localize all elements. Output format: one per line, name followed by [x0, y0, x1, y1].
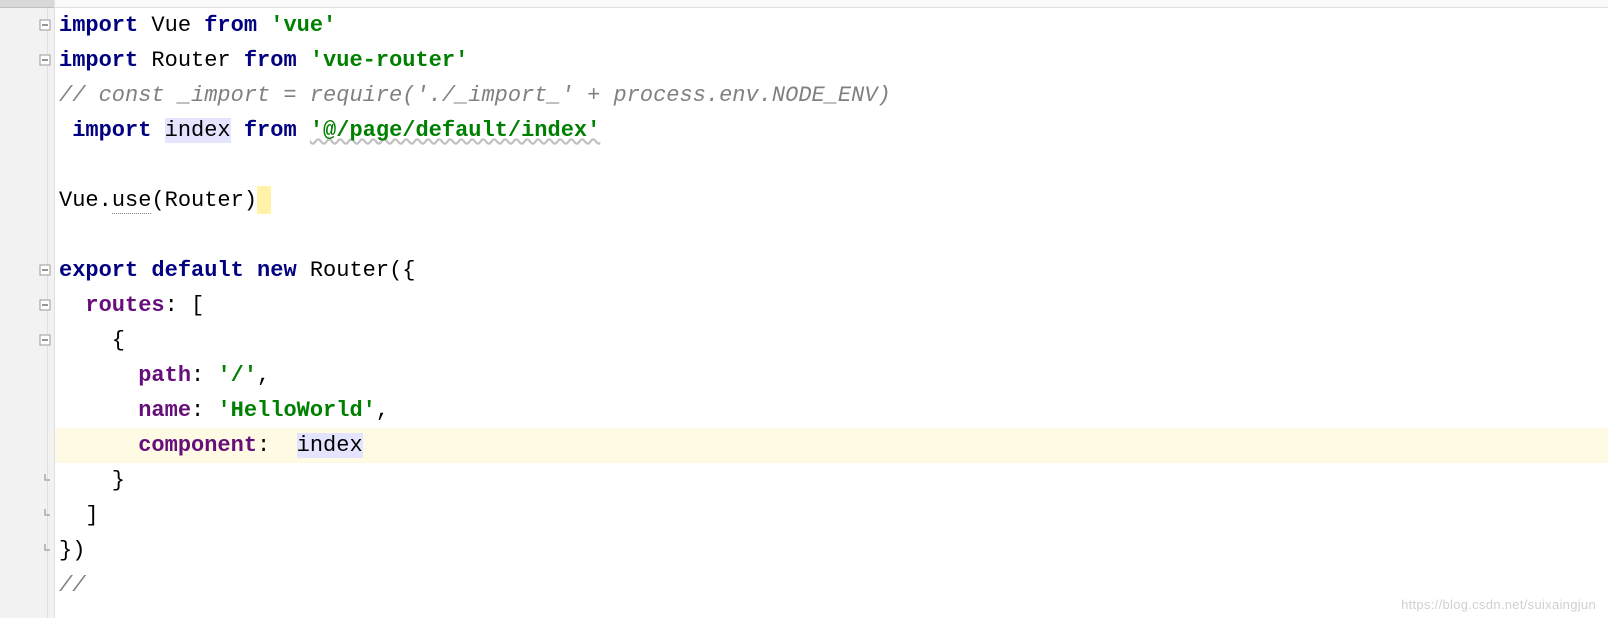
code-line[interactable]: //	[55, 568, 1608, 603]
fold-collapse-icon[interactable]	[38, 263, 52, 277]
code-token: component	[138, 433, 257, 458]
code-token: }	[59, 468, 125, 493]
code-token: :	[257, 433, 297, 458]
code-token: //	[59, 573, 85, 598]
code-token: from	[244, 118, 297, 143]
code-line[interactable]: export default new Router({	[55, 253, 1608, 288]
fold-collapse-icon[interactable]	[38, 298, 52, 312]
code-token: 'vue'	[270, 13, 336, 38]
code-token: name	[138, 398, 191, 423]
code-token	[59, 363, 138, 388]
code-token	[59, 223, 72, 248]
code-token	[297, 48, 310, 73]
fold-collapse-icon[interactable]	[38, 18, 52, 32]
code-token: ,	[376, 398, 389, 423]
code-line[interactable]: name: 'HelloWorld',	[55, 393, 1608, 428]
code-token: import	[59, 13, 138, 38]
gutter-divider	[47, 8, 48, 618]
code-line[interactable]: }	[55, 463, 1608, 498]
code-token	[297, 118, 310, 143]
code-line[interactable]: import Vue from 'vue'	[55, 8, 1608, 43]
gutter	[0, 0, 55, 618]
code-token: routes	[85, 293, 164, 318]
code-line[interactable]: Vue.use(Router)	[55, 183, 1608, 218]
fold-collapse-icon[interactable]	[38, 53, 52, 67]
code-token: import	[72, 118, 151, 143]
code-token	[138, 13, 151, 38]
code-token	[59, 118, 72, 143]
code-line[interactable]: })	[55, 533, 1608, 568]
code-token: : [	[165, 293, 205, 318]
code-token: (Router)	[151, 188, 257, 213]
code-line[interactable]: ]	[55, 498, 1608, 533]
fold-collapse-icon[interactable]	[38, 333, 52, 347]
fold-end-icon	[38, 473, 52, 487]
code-token: index	[297, 433, 363, 458]
code-token: })	[59, 538, 85, 563]
code-line[interactable]: routes: [	[55, 288, 1608, 323]
code-token: :	[191, 398, 217, 423]
code-token	[257, 13, 270, 38]
code-token: import	[59, 48, 138, 73]
code-token: '/'	[217, 363, 257, 388]
code-token	[151, 118, 164, 143]
code-token: index	[165, 118, 231, 143]
code-area[interactable]: import Vue from 'vue'import Router from …	[55, 0, 1608, 618]
watermark-text: https://blog.csdn.net/suixaingjun	[1401, 597, 1596, 612]
code-token: ]	[59, 503, 99, 528]
code-token: {	[59, 328, 125, 353]
code-token: Router	[151, 48, 230, 73]
code-token: 'vue-router'	[310, 48, 468, 73]
code-token	[138, 48, 151, 73]
code-token	[191, 13, 204, 38]
code-token: Vue	[151, 13, 191, 38]
code-token	[59, 398, 138, 423]
fold-end-icon	[38, 543, 52, 557]
code-token: // const _import = require('./_import_' …	[59, 83, 891, 108]
code-line[interactable]: // const _import = require('./_import_' …	[55, 78, 1608, 113]
code-line[interactable]: {	[55, 323, 1608, 358]
code-line[interactable]: import Router from 'vue-router'	[55, 43, 1608, 78]
code-token: new	[257, 258, 310, 283]
code-token: use	[112, 188, 152, 214]
gutter-top-bar	[0, 0, 54, 8]
code-token: export default	[59, 258, 257, 283]
cursor-position	[257, 186, 271, 214]
code-token: Vue.	[59, 188, 112, 213]
fold-end-icon	[38, 508, 52, 522]
code-token	[231, 48, 244, 73]
code-token: ,	[257, 363, 270, 388]
code-token	[59, 433, 138, 458]
code-editor[interactable]: import Vue from 'vue'import Router from …	[0, 0, 1608, 618]
code-token: from	[244, 48, 297, 73]
code-token	[59, 293, 85, 318]
code-token: path	[138, 363, 191, 388]
code-line[interactable]: import index from '@/page/default/index'	[55, 113, 1608, 148]
code-token: :	[191, 363, 217, 388]
code-line[interactable]: path: '/',	[55, 358, 1608, 393]
code-token: Router({	[310, 258, 416, 283]
code-line[interactable]: component: index	[55, 428, 1608, 463]
code-top-bar	[55, 0, 1608, 8]
code-token: from	[204, 13, 257, 38]
code-token	[231, 118, 244, 143]
code-line[interactable]	[55, 148, 1608, 183]
code-token: 'HelloWorld'	[217, 398, 375, 423]
code-token: '@/page/default/index'	[310, 118, 600, 143]
code-token	[59, 153, 72, 178]
code-line[interactable]	[55, 218, 1608, 253]
